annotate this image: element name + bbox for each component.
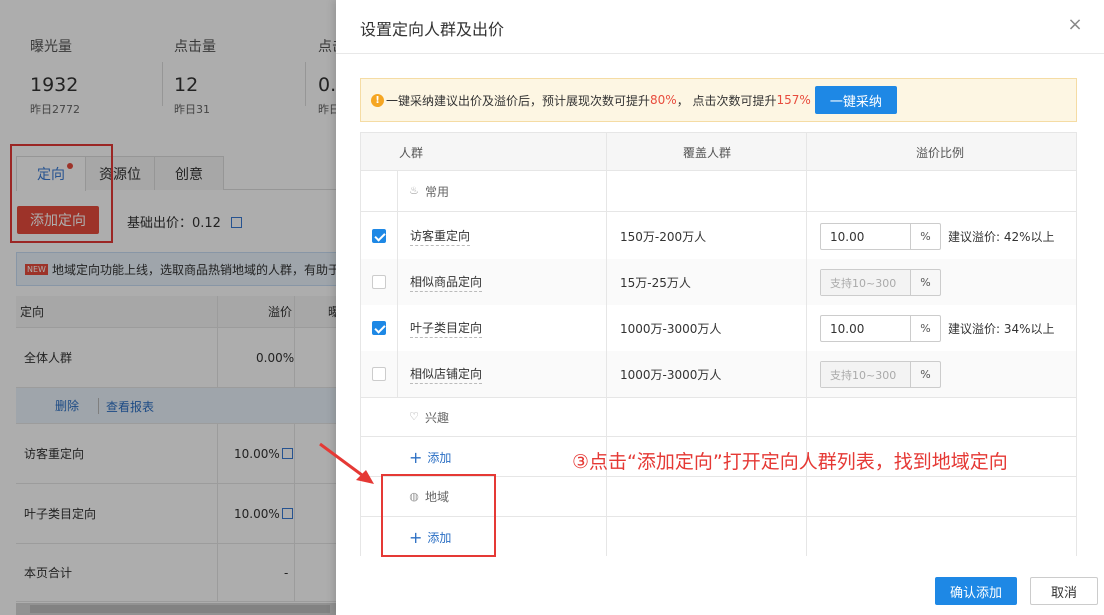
row-name-text: 相似商品定向 [410, 273, 483, 292]
premium-input-value[interactable]: 10.00 [821, 224, 910, 249]
divider [336, 53, 1104, 54]
row-checkbox[interactable] [372, 367, 386, 381]
tip-pct-clicks: 157% [776, 93, 811, 107]
row-name-text: 访客重定向 [410, 227, 471, 246]
row-name: 叶子类目定向 [410, 305, 483, 351]
header-crowd: 人群 [399, 145, 424, 160]
plus-icon: + [409, 447, 423, 467]
percent-unit: % [910, 316, 940, 341]
add-interest-link[interactable]: + 添加 [409, 437, 451, 477]
table-row: 相似商品定向 15万-25万人 支持10~300% [361, 259, 1076, 305]
group-label: 兴趣 [425, 410, 450, 425]
suggested-premium: 建议溢价: 42%以上 [948, 229, 1055, 244]
premium-input-value[interactable]: 10.00 [821, 316, 910, 341]
header-coverage: 覆盖人群 [683, 145, 732, 160]
suggested-premium: 建议溢价: 34%以上 [948, 321, 1055, 336]
arrow-icon [319, 442, 374, 484]
row-coverage: 150万-200万人 [620, 229, 707, 244]
premium-input[interactable]: 10.00% [820, 223, 941, 250]
suggestion-tip: ! 一键采纳建议出价及溢价后，预计展现次数可提升 80% ， 点击次数可提升 1… [360, 78, 1077, 122]
row-checkbox[interactable] [372, 275, 386, 289]
row-coverage: 15万-25万人 [620, 275, 691, 290]
adopt-all-button[interactable]: 一键采纳 [814, 86, 897, 114]
row-coverage: 1000万-3000万人 [620, 321, 722, 336]
premium-input-placeholder[interactable]: 支持10~300 [821, 270, 910, 295]
tip-text-1: 一键采纳建议出价及溢价后，预计展现次数可提升 [386, 93, 651, 108]
percent-unit: % [910, 224, 940, 249]
table-header: 人群 覆盖人群 溢价比例 [361, 133, 1076, 171]
row-checkbox[interactable] [372, 229, 386, 243]
heart-icon: ♡ [409, 410, 419, 423]
fire-icon: ♨ [409, 184, 419, 197]
row-name: 访客重定向 [410, 213, 471, 259]
row-name: 相似商品定向 [410, 259, 483, 305]
percent-unit: % [910, 270, 940, 295]
percent-unit: % [910, 362, 940, 387]
divider [806, 133, 807, 556]
row-name-text: 叶子类目定向 [410, 319, 483, 338]
close-icon[interactable]: × [1066, 16, 1084, 34]
row-coverage: 1000万-3000万人 [620, 367, 722, 382]
confirm-add-button[interactable]: 确认添加 [935, 577, 1017, 605]
tip-pct-impressions: 80% [650, 93, 677, 107]
header-premium: 溢价比例 [916, 145, 965, 160]
premium-input[interactable]: 10.00% [820, 315, 941, 342]
table-row: 相似店铺定向 1000万-3000万人 支持10~300% [361, 351, 1076, 397]
premium-input-placeholder[interactable]: 支持10~300 [821, 362, 910, 387]
add-label: 添加 [427, 450, 452, 465]
cancel-button[interactable]: 取消 [1030, 577, 1098, 605]
highlight-box-add [381, 474, 496, 557]
warning-icon: ! [371, 93, 384, 107]
table-row: 叶子类目定向 1000万-3000万人 10.00% 建议溢价: 34%以上 [361, 305, 1076, 351]
annotation-text: ③点击“添加定向”打开定向人群列表，找到地域定向 [572, 451, 1008, 473]
row-name-text: 相似店铺定向 [410, 365, 483, 384]
group-common: ♨ 常用 [361, 171, 1076, 212]
group-label: 常用 [425, 184, 450, 199]
row-name: 相似店铺定向 [410, 351, 483, 397]
premium-input[interactable]: 支持10~300% [820, 361, 941, 388]
group-interest: ♡ 兴趣 [361, 397, 1076, 437]
drawer-title: 设置定向人群及出价 [360, 20, 505, 39]
premium-input[interactable]: 支持10~300% [820, 269, 941, 296]
divider [606, 133, 607, 556]
table-row: 访客重定向 150万-200万人 10.00% 建议溢价: 42%以上 [361, 213, 1076, 259]
row-checkbox[interactable] [372, 321, 386, 335]
tip-text-2: ， 点击次数可提升 [676, 93, 777, 108]
divider [397, 171, 398, 397]
